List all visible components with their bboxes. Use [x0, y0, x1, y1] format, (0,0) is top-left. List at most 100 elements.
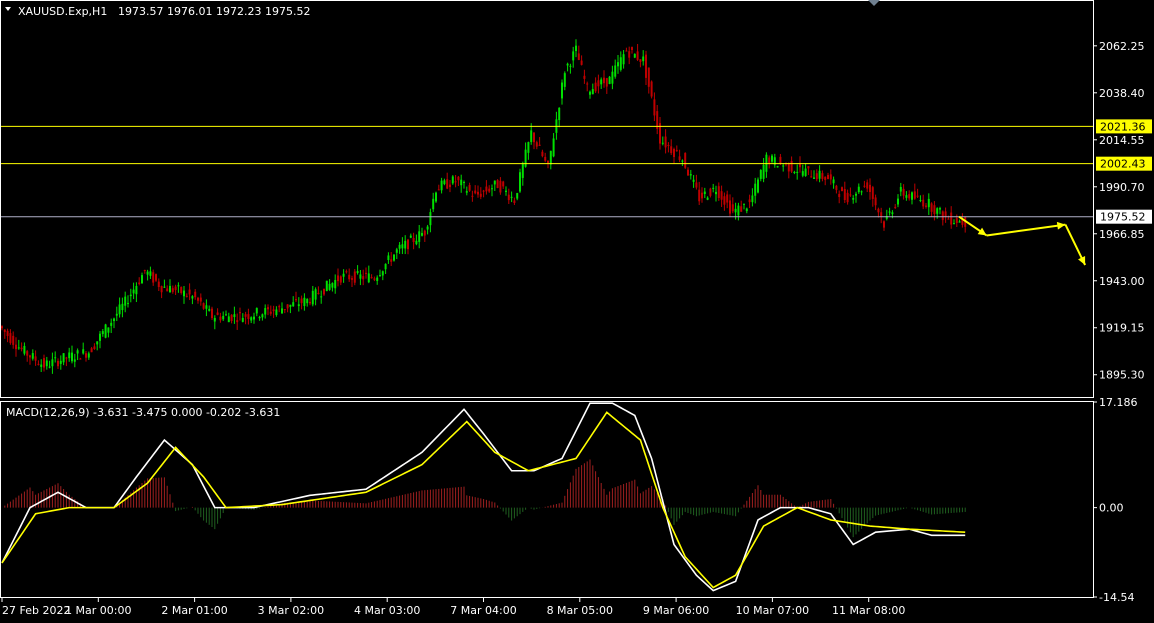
macd-tick-label: 17.186 [1099, 396, 1138, 409]
candle-body [712, 187, 715, 189]
candle-body [692, 179, 695, 182]
candle-body [278, 306, 281, 308]
candle-body [381, 271, 384, 276]
candle-body [927, 198, 930, 208]
candle-body [782, 165, 785, 167]
candle-body [496, 180, 499, 189]
candle-body [26, 351, 29, 356]
candle-body [827, 174, 829, 180]
candle-body [869, 184, 871, 192]
candle-body [516, 193, 519, 199]
candle-body [563, 73, 566, 87]
price-tick-label: 1990.70 [1099, 181, 1145, 194]
macd-header: MACD(12,26,9) -3.631 -3.475 0.000 -0.202… [6, 406, 280, 419]
candle-body [87, 353, 90, 358]
candle-body [577, 53, 580, 60]
candle-body [703, 191, 706, 195]
candle-body [608, 76, 611, 85]
candle-body [586, 83, 589, 85]
candle-body [748, 199, 751, 203]
candle-body [12, 335, 15, 345]
price-tick-label: 2014.55 [1099, 134, 1145, 147]
candle-body [65, 357, 68, 359]
candle-body [667, 144, 670, 146]
candle-body [824, 176, 827, 180]
candle-body [426, 226, 429, 230]
candle-body [664, 136, 667, 148]
candle-body [76, 350, 79, 354]
candle-body [183, 290, 185, 297]
candle-body [96, 341, 99, 345]
candle-body [409, 235, 412, 238]
candle-body [757, 179, 759, 193]
shift-marker-icon[interactable] [868, 0, 880, 6]
time-tick-label: 8 Mar 05:00 [547, 604, 613, 617]
candle-body [566, 63, 569, 66]
levels-layer: 2021.36 2002.43 1975.52 [1, 119, 1152, 224]
candle-body [902, 188, 905, 196]
collapse-triangle-icon[interactable] [5, 7, 11, 11]
candle-body [939, 208, 941, 210]
candle-body [544, 156, 547, 161]
candle-body [689, 174, 692, 176]
candle-body [339, 276, 342, 283]
candle-body [801, 171, 804, 176]
candle-body [647, 67, 650, 87]
candle-body [169, 285, 171, 293]
candle-body [955, 218, 958, 223]
candle-body [415, 240, 418, 245]
candle-body [132, 289, 135, 294]
candle-body [281, 308, 283, 314]
candle-body [524, 149, 527, 167]
candle-body [174, 286, 177, 291]
candle-body [670, 146, 673, 154]
candle-body [953, 223, 955, 225]
candle-body [813, 177, 815, 179]
candle-body [45, 360, 48, 367]
candle-body [936, 208, 939, 214]
candle-body [653, 99, 656, 116]
candle-body [930, 203, 933, 212]
candle-body [771, 155, 773, 162]
candle-body [230, 314, 233, 321]
candle-body [547, 160, 549, 164]
candle-body [726, 194, 729, 203]
candle-body [180, 287, 183, 293]
candle-body [85, 353, 87, 358]
chart-window: 2021.36 2002.43 1975.52 2062.25 2038.40 2014… [0, 0, 1154, 619]
candle-body [247, 314, 250, 319]
level-tag-label: 1975.52 [1100, 211, 1146, 224]
candle-body [37, 363, 40, 365]
candle-body [194, 291, 197, 298]
candle-body [479, 193, 482, 197]
candle-body [325, 280, 328, 292]
candle-body [549, 150, 552, 165]
candle-body [790, 160, 793, 172]
candle-body [636, 51, 639, 60]
price-chart-canvas[interactable]: 2021.36 2002.43 1975.52 2062.25 2038.40 2014… [0, 0, 1154, 619]
candle-body [283, 309, 286, 311]
candle-body [199, 297, 202, 302]
candle-body [423, 230, 426, 236]
candle-body [404, 240, 407, 249]
candle-body [177, 285, 180, 287]
candle-body [90, 348, 93, 353]
candle-body [642, 56, 645, 62]
candle-body [202, 303, 205, 309]
time-tick-label: 1 Mar 00:00 [65, 604, 131, 617]
time-tick-label: 11 Mar 08:00 [832, 604, 905, 617]
candle-body [157, 281, 160, 287]
candle-body [59, 360, 62, 364]
candle-body [474, 190, 477, 194]
candle-body [852, 198, 855, 200]
candle-body [815, 173, 818, 180]
candle-body [502, 181, 505, 187]
candle-body [913, 191, 916, 199]
candle-body [219, 316, 222, 321]
candle-body [328, 283, 331, 290]
candle-body [216, 312, 219, 315]
candle-body [9, 333, 12, 343]
candle-body [829, 174, 832, 180]
candle-body [73, 359, 76, 362]
candle-body [639, 59, 642, 62]
